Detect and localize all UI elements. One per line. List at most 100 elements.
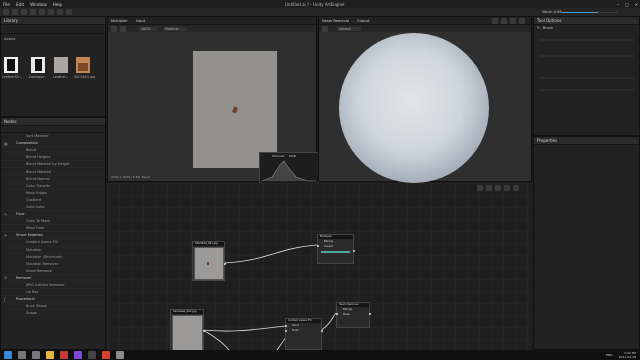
nodes-list-item[interactable]: Blend (1, 147, 105, 155)
zoom-select[interactable]: 100% (139, 26, 157, 31)
reset-view-icon[interactable] (322, 25, 328, 32)
settings-icon[interactable] (519, 18, 525, 24)
taskbar-date[interactable]: 2021-03-28 (619, 355, 636, 359)
nodes-list-item[interactable]: Color Transfer (1, 183, 105, 190)
menu-window[interactable]: Window (30, 2, 47, 7)
nodes-list-item[interactable]: Blend Material (1, 168, 105, 176)
redo-icon[interactable] (39, 9, 45, 15)
nodes-list-item[interactable]: Seam Removal (1, 268, 105, 275)
nodes-list-label: Mutation (26, 247, 42, 252)
nodes-category[interactable]: ✦ Smart Mutation (1, 232, 105, 240)
search-icon[interactable] (18, 351, 26, 359)
nodes-search[interactable] (1, 126, 105, 133)
asset-thumb-leather[interactable] (54, 57, 68, 73)
open-icon[interactable] (12, 9, 18, 15)
nodes-list-label: Mask Fade (26, 226, 45, 231)
app-icon-3[interactable] (102, 351, 110, 359)
asset-name: Exemplar... (29, 75, 48, 79)
nodes-list-item[interactable]: Blend Material by Height (1, 161, 105, 169)
nodes-list-label: Smart Mutation (16, 233, 44, 238)
camera-icon[interactable] (510, 18, 516, 24)
minimize-button[interactable]: – (617, 2, 619, 7)
nodes-category[interactable]: ⊘ Remover (1, 275, 105, 282)
nodes-list-item[interactable]: Up Res (1, 289, 105, 297)
option-row[interactable] (539, 77, 634, 79)
option-row[interactable] (539, 39, 634, 41)
nodes-category[interactable]: ▦ Composition (1, 140, 105, 148)
option-row[interactable] (539, 55, 634, 57)
asset-thumb-jpg[interactable] (76, 57, 90, 73)
new-project-icon[interactable] (3, 9, 9, 15)
graph-node-multiplier[interactable]: Multiplier Bitmap Output (317, 234, 355, 264)
nodes-category[interactable]: ✎ Fluor (1, 211, 105, 219)
app-icon-2[interactable] (88, 351, 96, 359)
brush-tool-icon[interactable] (48, 9, 54, 15)
taskview-icon[interactable] (32, 351, 40, 359)
properties-title: Properties (534, 137, 639, 145)
nodes-list-item[interactable]: Blend Heights (1, 154, 105, 162)
nodes-list-item[interactable]: Sort Material (1, 133, 105, 141)
nodes-list-item[interactable]: Brick Shape (1, 303, 105, 311)
nodes-list-item[interactable]: JPEG Artifact Remover (1, 282, 105, 290)
histogram-curve (261, 160, 316, 182)
app-icon-1[interactable] (60, 351, 68, 359)
app-icon-4[interactable] (116, 351, 124, 359)
maximize-button[interactable]: □ (625, 2, 629, 7)
picker-tool-icon[interactable] (66, 9, 72, 15)
menu-file[interactable]: File (3, 2, 10, 7)
nodes-list-item[interactable]: Mask Fade (1, 225, 105, 233)
nodes-list-label: Remover (16, 275, 32, 280)
asset-thumb-exemplar[interactable] (31, 57, 45, 73)
mesh-select[interactable]: Sphere (337, 26, 361, 31)
nodes-list-label: Mask Edges (26, 190, 47, 195)
menu-help[interactable]: Help (53, 2, 63, 7)
nodes-list-item[interactable]: Mutation (Structural) (1, 254, 105, 261)
graph-node-seam-removal[interactable]: Seam Removal Bitmap Mask (336, 302, 371, 328)
graph-node-image-a[interactable]: 5SC5624_001.jpg (192, 241, 226, 281)
value-label: Value: 0.65 (542, 10, 562, 14)
folder-icon[interactable] (46, 351, 54, 359)
render-mode-icon[interactable] (492, 18, 498, 24)
menu-edit[interactable]: Edit (16, 2, 24, 7)
nodes-list-item[interactable]: Mask Edges (1, 190, 105, 197)
remover-icon: ⊘ (4, 275, 8, 281)
nodes-list-item[interactable]: Gradient (1, 197, 105, 204)
nodes-list-item[interactable]: Solid Color (1, 204, 105, 212)
graph-node-image-c[interactable]: Seamless_001.jpg (170, 309, 205, 352)
nodes-list-item[interactable]: Shape (1, 310, 105, 318)
value-slider-fill (562, 12, 599, 13)
nodes-list-item[interactable]: Mutation Remover (1, 261, 105, 268)
histogram-channel-select[interactable]: RGB (289, 154, 295, 158)
tab-input[interactable]: Input (136, 19, 145, 23)
graph-node-content-aware-fill[interactable]: Content Aware Fill Input Mask (285, 318, 323, 350)
nodes-list-label: Sort Material (26, 134, 49, 139)
nodes-list-item[interactable]: Blend Normal (1, 176, 105, 183)
nodes-category[interactable]: ƒ Procedural (1, 296, 105, 304)
nodes-list-label: Solid Color (26, 204, 45, 209)
tab-output[interactable]: Output (357, 19, 369, 23)
tab-seam-removal[interactable]: Seam Removal (322, 19, 349, 23)
node-graph[interactable]: 5SC5624_001.jpg Multiplier Bitmap Output… (107, 183, 532, 352)
connection-wire (202, 325, 286, 332)
save-icon[interactable] (21, 9, 27, 15)
windows-icon[interactable] (4, 351, 12, 359)
language-indicator[interactable]: ENG (606, 353, 612, 357)
undo-icon[interactable] (30, 9, 36, 15)
nodes-list-item[interactable]: Content Aware Fill (1, 239, 105, 247)
tab-multiplier[interactable]: Multiplier (111, 19, 128, 23)
close-button[interactable]: ✕ (635, 2, 638, 7)
lighting-icon[interactable] (501, 18, 507, 24)
value-slider[interactable] (562, 12, 618, 13)
channel-icon[interactable] (120, 25, 126, 32)
nodes-list-item[interactable]: Mutation (1, 247, 105, 254)
asset-thumb-leather-sheet[interactable] (4, 57, 18, 73)
node-port-label: Mask (343, 313, 350, 316)
eraser-tool-icon[interactable] (57, 9, 63, 15)
fluor-icon: ✎ (4, 211, 8, 217)
nodes-list-item[interactable]: Color To Mask (1, 218, 105, 226)
view-mode-select[interactable]: Material (163, 26, 187, 31)
option-row[interactable] (539, 89, 634, 91)
visual-studio-icon[interactable] (74, 351, 82, 359)
fit-view-icon[interactable] (111, 25, 117, 32)
nodes-list-label: Blend Heights (26, 155, 51, 160)
